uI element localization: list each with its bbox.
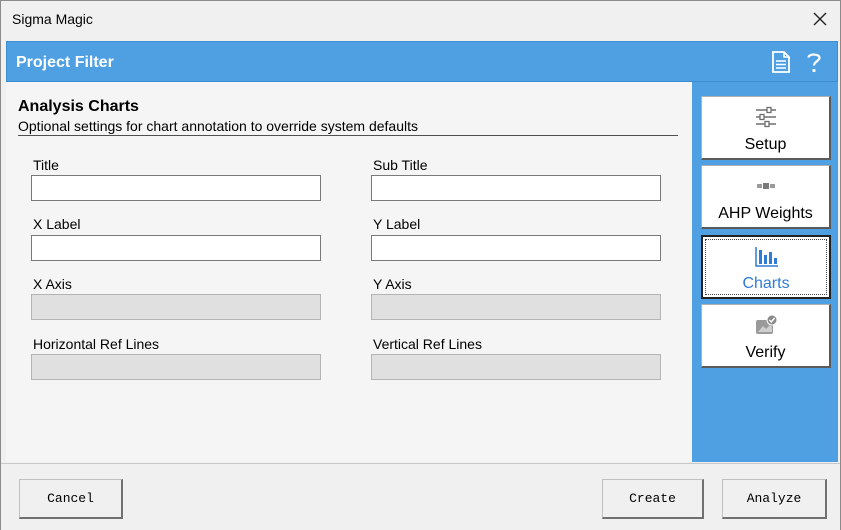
page-title: Project Filter: [16, 54, 114, 71]
verify-icon: [702, 313, 829, 337]
y-label-input[interactable]: [371, 235, 661, 261]
y-label-label: Y Label: [373, 216, 421, 232]
help-icon[interactable]: [802, 50, 826, 74]
sub-title-label: Sub Title: [373, 157, 428, 173]
title-bar: Sigma Magic: [1, 1, 840, 38]
weights-icon: [702, 174, 829, 198]
y-axis-label: Y Axis: [373, 276, 412, 292]
nav-charts-label: Charts: [742, 275, 790, 292]
vertical-ref-lines-label: Vertical Ref Lines: [373, 336, 482, 352]
nav-verify-button[interactable]: Verify: [701, 304, 831, 368]
button-bar: Cancel Create Analyze: [1, 463, 840, 530]
create-button[interactable]: Create: [602, 479, 704, 519]
bar-chart-icon: [703, 245, 829, 269]
title-label: Title: [33, 157, 59, 173]
sub-title-input[interactable]: [371, 175, 661, 201]
sliders-icon: [702, 105, 829, 129]
x-axis-input: [31, 294, 321, 320]
nav-setup-label: Setup: [744, 136, 787, 153]
x-label-label: X Label: [33, 216, 81, 232]
x-axis-label: X Axis: [33, 276, 72, 292]
window-title: Sigma Magic: [12, 11, 93, 27]
page-header: Project Filter: [6, 41, 838, 82]
nav-verify-label: Verify: [745, 344, 786, 361]
nav-charts-button[interactable]: Charts: [701, 235, 831, 299]
y-axis-input: [371, 294, 661, 320]
divider: [18, 135, 678, 136]
cancel-button[interactable]: Cancel: [19, 479, 123, 519]
title-input[interactable]: [31, 175, 321, 201]
vertical-ref-lines-input: [371, 354, 661, 380]
dialog-window: Sigma Magic Project Filter Analysis Char…: [0, 0, 841, 530]
close-icon[interactable]: [808, 7, 832, 31]
sidebar: Setup AHP Weights Charts Verify: [692, 82, 838, 462]
x-label-input[interactable]: [31, 235, 321, 261]
nav-ahp-weights-button[interactable]: AHP Weights: [701, 165, 831, 229]
nav-ahp-weights-label: AHP Weights: [718, 205, 813, 222]
horizontal-ref-lines-input: [31, 354, 321, 380]
section-title: Analysis Charts: [18, 98, 139, 115]
form-panel: Analysis Charts Optional settings for ch…: [6, 82, 692, 462]
document-icon[interactable]: [769, 50, 793, 74]
section-subtitle: Optional settings for chart annotation t…: [18, 118, 418, 134]
analyze-button[interactable]: Analyze: [722, 479, 827, 519]
horizontal-ref-lines-label: Horizontal Ref Lines: [33, 336, 160, 352]
nav-setup-button[interactable]: Setup: [701, 96, 831, 160]
